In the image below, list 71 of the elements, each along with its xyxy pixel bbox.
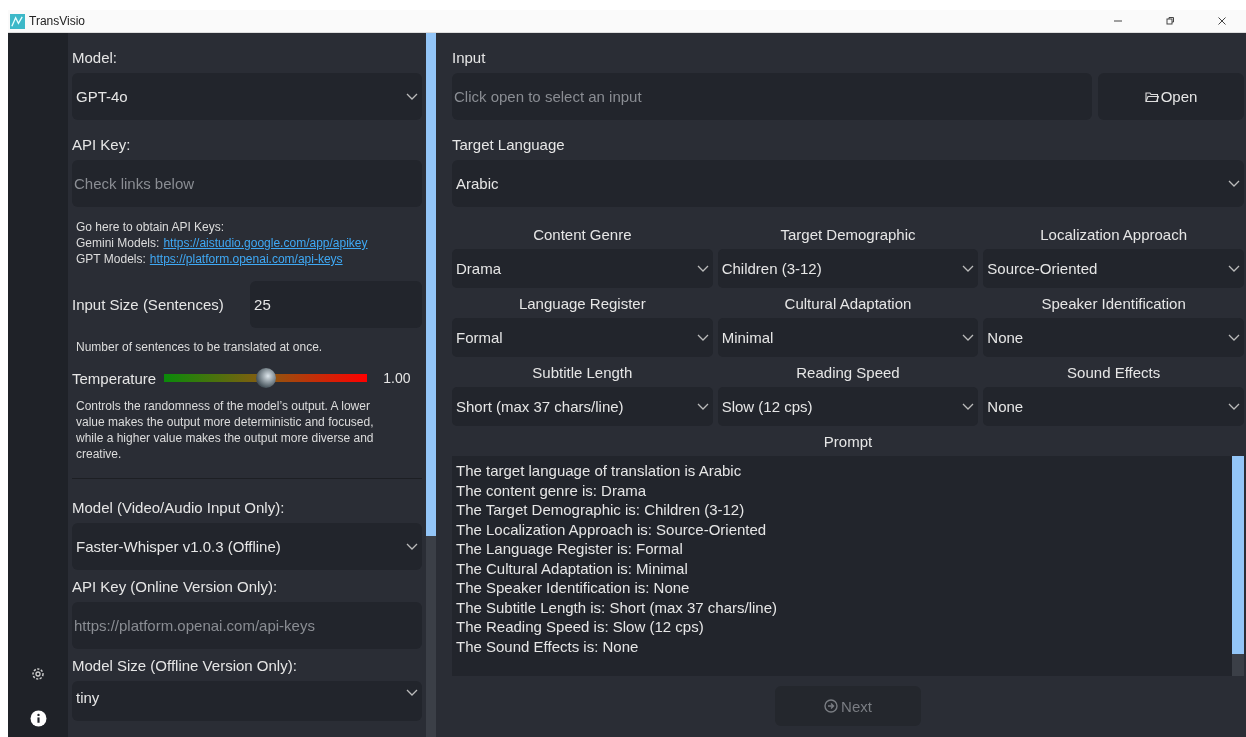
option-dropdown[interactable]: Slow (12 cps)	[717, 387, 979, 426]
model-dropdown[interactable]: GPT-4o	[72, 73, 423, 120]
language-dropdown[interactable]: Arabic	[452, 160, 1244, 207]
chevron-icon	[1228, 264, 1240, 273]
api-key-link[interactable]: https://aistudio.google.com/app/apikey	[163, 235, 368, 251]
api-key-link[interactable]: https://platform.openai.com/api-keys	[149, 251, 343, 267]
prompt-label: Prompt	[822, 432, 874, 452]
arrow-circle-icon	[824, 699, 839, 713]
open-button[interactable]: Open	[1098, 73, 1244, 120]
help-text: Number of sentences to be translated at once.	[75, 339, 324, 356]
chevron-icon	[962, 333, 975, 342]
folder-icon	[1144, 90, 1159, 103]
prompt-text-area[interactable]: The target language of translation is Arabic The content genre is: Drama The Target Demographic is: Children (3-12) The Localization Approach is: Source-Oriented The Language Register is: Formal The Cultural Adaptation is: Minimal The Speaker Identification is: None The Subtitle Length is: Short (max 37 chars/line) The Reading Speed is: Slow (12 cps) The Sound Effects is: None	[452, 456, 1232, 676]
chevron-icon	[696, 264, 709, 273]
input-size-field[interactable]: 25	[250, 281, 423, 328]
chevron-icon	[406, 542, 419, 551]
chevron-icon	[406, 689, 419, 697]
close-icon[interactable]	[1217, 16, 1227, 26]
settings-icon[interactable]	[30, 666, 46, 682]
field-label: Input	[452, 48, 487, 68]
temperature-value: 1.00	[383, 370, 411, 386]
option-dropdown[interactable]: Short (max 37 chars/line)	[452, 387, 713, 426]
option-label: Speaker Identification	[1040, 294, 1187, 314]
field-label: Model Size (Offline Version Only):	[72, 656, 298, 676]
option-label: Sound Effects	[1066, 363, 1162, 383]
chevron-icon	[406, 92, 419, 101]
info-icon[interactable]	[29, 710, 47, 727]
chevron-icon	[1228, 179, 1240, 188]
option-dropdown[interactable]: Minimal	[717, 318, 979, 357]
scrollbar-thumb[interactable]	[426, 33, 436, 536]
option-dropdown[interactable]: Children (3-12)	[717, 249, 979, 288]
help-text: GPT Models:	[76, 251, 146, 267]
help-text: Controls the randomness of the model’s output. A lower value makes the output more deterministic and focused, while a higher value makes the output more diverse and creative.	[75, 398, 375, 463]
option-dropdown[interactable]: None	[983, 387, 1244, 426]
field-label: API Key (Online Version Only):	[72, 577, 279, 597]
chevron-icon	[696, 333, 709, 342]
chevron-icon	[962, 264, 975, 273]
window-title: TransVisio	[29, 14, 86, 28]
option-dropdown[interactable]: None	[983, 318, 1244, 357]
field-label: Temperature	[72, 369, 157, 387]
chevron-icon	[1228, 333, 1240, 342]
option-label: Cultural Adaptation	[783, 294, 913, 314]
option-label: Subtitle Length	[531, 363, 634, 383]
speech-model-dropdown[interactable]: Faster-Whisper v1.0.3 (Offline)	[72, 523, 423, 570]
help-text: Go here to obtain API Keys:	[76, 219, 226, 235]
chevron-icon	[696, 402, 709, 411]
option-dropdown[interactable]: Drama	[452, 249, 713, 288]
field-label: Input Size (Sentences)	[72, 296, 225, 313]
option-label: Localization Approach	[1039, 225, 1189, 245]
option-dropdown[interactable]: Formal	[452, 318, 713, 357]
field-label: Target Language	[452, 135, 566, 155]
scrollbar-thumb[interactable]	[1232, 456, 1244, 654]
input-path-field[interactable]: Click open to select an input	[452, 73, 1092, 120]
help-text: Gemini Models:	[76, 235, 160, 251]
option-dropdown[interactable]: Source-Oriented	[983, 249, 1244, 288]
model-size-dropdown[interactable]: tiny	[72, 681, 423, 721]
api-key-field[interactable]: Check links below	[72, 160, 423, 207]
field-label: API Key:	[72, 135, 132, 155]
option-label: Target Demographic	[779, 225, 917, 245]
temperature-slider[interactable]	[164, 368, 368, 388]
app-logo-icon	[10, 13, 25, 29]
restore-icon[interactable]	[1165, 16, 1175, 26]
slider-thumb[interactable]	[255, 368, 276, 388]
chevron-icon	[962, 402, 975, 411]
field-label: Model:	[72, 48, 119, 68]
option-label: Language Register	[517, 294, 647, 314]
option-label: Reading Speed	[795, 363, 901, 383]
field-label: Model (Video/Audio Input Only):	[72, 498, 286, 518]
chevron-icon	[1228, 402, 1240, 411]
online-api-key-field[interactable]: https://platform.openai.com/api-keys	[72, 602, 423, 649]
option-label: Content Genre	[532, 225, 633, 245]
